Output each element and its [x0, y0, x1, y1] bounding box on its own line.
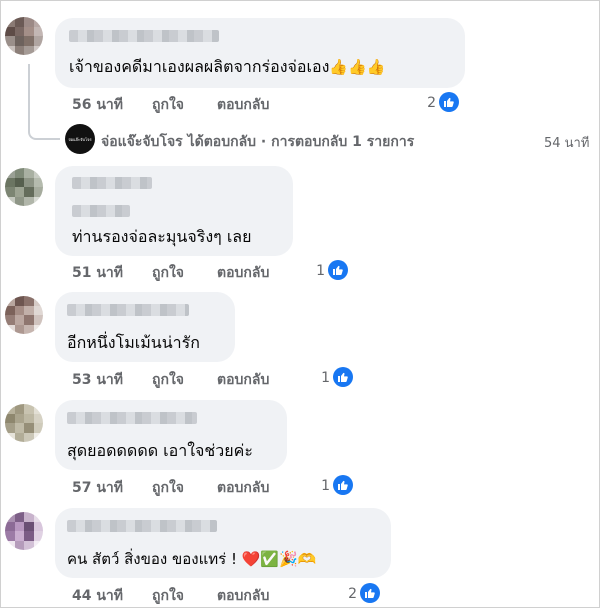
thumbs-up-emoji: 👍👍👍 — [329, 58, 386, 76]
like-button[interactable]: ถูกใจ — [152, 477, 184, 499]
reply-thread-line — [28, 64, 60, 140]
comment-bubble: อีกหนึ่งโมเม้นน่ารัก — [55, 292, 235, 362]
like-thumb-icon[interactable] — [328, 260, 348, 280]
like-button[interactable]: ถูกใจ — [152, 585, 184, 607]
reply-button[interactable]: ตอบกลับ — [217, 477, 269, 499]
like-thumb-icon[interactable] — [333, 475, 353, 495]
reaction-count[interactable]: 1 — [310, 478, 330, 494]
reply-button[interactable]: ตอบกลับ — [217, 262, 269, 284]
avatar[interactable] — [5, 168, 43, 206]
comment-text: อีกหนึ่งโมเม้นน่ารัก — [67, 333, 200, 352]
reply-button[interactable]: ตอบกลับ — [217, 369, 269, 391]
like-thumb-icon[interactable] — [333, 367, 353, 387]
reaction-count[interactable]: 1 — [305, 263, 325, 279]
like-button[interactable]: ถูกใจ — [152, 369, 184, 391]
comment-bubble: ท่านรองจ่อละมุนจริงๆ เลย — [55, 166, 293, 256]
like-button[interactable]: ถูกใจ — [152, 94, 184, 116]
author-name[interactable] — [72, 177, 152, 189]
author-name[interactable] — [67, 520, 217, 532]
author-badge — [72, 205, 130, 217]
avatar[interactable] — [5, 296, 43, 334]
reaction-count[interactable]: 2 — [416, 95, 436, 111]
author-name[interactable] — [69, 30, 219, 42]
comment-time[interactable]: 51 นาที — [72, 262, 123, 284]
reaction-count[interactable]: 1 — [310, 370, 330, 386]
like-thumb-icon[interactable] — [360, 583, 380, 603]
comment-text: ท่านรองจ่อละมุนจริงๆ เลย — [72, 227, 252, 246]
comment-bubble: เจ้าของคดีมาเองผลผลิตจากร่องจ่อเอง👍👍👍 — [55, 18, 465, 88]
comment-text: คน สัตว์ สิ่งของ ของแทร่ ! ❤️✅🎉🫶 — [67, 547, 316, 571]
comment-time[interactable]: 57 นาที — [72, 477, 123, 499]
author-name[interactable] — [67, 412, 197, 424]
comment-text-body: คน สัตว์ สิ่งของ ของแทร่ ! — [67, 550, 237, 568]
emoji-group: ❤️✅🎉🫶 — [241, 550, 317, 568]
reply-author-avatar[interactable]: จ่อแจ๊ะจับโจร — [65, 124, 95, 154]
like-button[interactable]: ถูกใจ — [152, 262, 184, 284]
comment-bubble: คน สัตว์ สิ่งของ ของแทร่ ! ❤️✅🎉🫶 — [55, 508, 391, 578]
comment-time[interactable]: 56 นาที — [72, 94, 123, 116]
avatar[interactable] — [5, 17, 43, 55]
comment-time[interactable]: 53 นาที — [72, 369, 123, 391]
reaction-count[interactable]: 2 — [337, 586, 357, 602]
comment-text-body: เจ้าของคดีมาเองผลผลิตจากร่องจ่อเอง — [69, 57, 330, 76]
reply-avatar-logo-text: จ่อแจ๊ะจับโจร — [68, 136, 92, 142]
avatar[interactable] — [5, 512, 43, 550]
comment-time[interactable]: 44 นาที — [72, 585, 123, 607]
avatar[interactable] — [5, 404, 43, 442]
author-name[interactable] — [67, 304, 189, 316]
like-thumb-icon[interactable] — [439, 92, 459, 112]
reply-author-name: จ่อแจ๊ะจับโจร — [101, 134, 183, 150]
reply-summary-link[interactable]: จ่อแจ๊ะจับโจร ได้ตอบกลับ · การตอบกลับ 1 … — [101, 131, 414, 153]
reply-button[interactable]: ตอบกลับ — [217, 94, 269, 116]
reply-time[interactable]: 54 นาที — [544, 132, 589, 153]
comment-bubble: สุดยอดดดดด เอาใจช่วยค่ะ — [55, 400, 287, 470]
comment-text: เจ้าของคดีมาเองผลผลิตจากร่องจ่อเอง👍👍👍 — [69, 55, 385, 80]
reply-button[interactable]: ตอบกลับ — [217, 585, 269, 607]
reply-summary: ได้ตอบกลับ · การตอบกลับ 1 รายการ — [187, 134, 415, 150]
comment-text: สุดยอดดดดด เอาใจช่วยค่ะ — [67, 441, 253, 460]
